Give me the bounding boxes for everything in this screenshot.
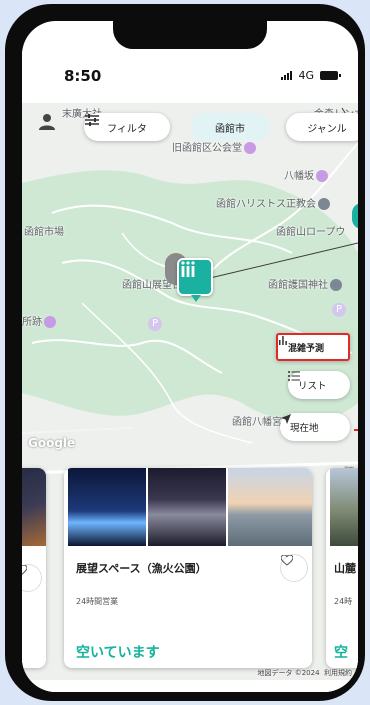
sliders-icon bbox=[85, 114, 99, 126]
filter-button[interactable]: フィルタ bbox=[84, 113, 170, 141]
parking-icon[interactable]: P bbox=[148, 317, 162, 331]
genre-label: ジャンル bbox=[307, 123, 347, 135]
hachimanzaka-text: 八幡坂 bbox=[284, 171, 314, 182]
area-label: 函館市 bbox=[215, 123, 245, 135]
crowd-forecast-label: 混雑予測 bbox=[288, 343, 325, 354]
landmark-icon bbox=[316, 170, 328, 182]
genre-button[interactable]: ジャンル bbox=[286, 113, 358, 141]
ruins-text: 所跡 bbox=[22, 317, 42, 328]
current-location-button[interactable]: 現在地 bbox=[280, 413, 350, 441]
spot-hours: 24時間営業 bbox=[76, 597, 119, 606]
signal-icon bbox=[281, 71, 293, 80]
map-label-market[interactable]: 函館市場 bbox=[24, 223, 64, 238]
spot-photo bbox=[330, 468, 358, 546]
highlight-connector bbox=[354, 429, 358, 431]
spot-card-prev[interactable] bbox=[22, 468, 46, 668]
app-screen: 8:50 4G 末廣大社 金森レンガ 旧函館区公会堂 八幡坂 函館ハリストス正教… bbox=[22, 21, 358, 692]
current-location-label: 現在地 bbox=[290, 423, 319, 434]
spot-photo-night bbox=[68, 468, 146, 546]
gokoku-text: 函館護国神社 bbox=[268, 280, 328, 291]
former-hall-text: 旧函館区公会堂 bbox=[172, 143, 242, 154]
church-text: 函館ハリストス正教会 bbox=[216, 199, 316, 210]
google-logo: Google bbox=[28, 436, 76, 450]
list-icon bbox=[288, 371, 300, 381]
battery-icon bbox=[320, 71, 341, 80]
map-view[interactable]: 末廣大社 金森レンガ 旧函館区公会堂 八幡坂 函館ハリストス正教会 函館市場 函… bbox=[22, 103, 358, 692]
terms-link[interactable]: 利用規約 bbox=[324, 669, 352, 677]
network-label: 4G bbox=[298, 69, 314, 82]
list-label: リスト bbox=[298, 381, 327, 392]
landmark-icon bbox=[44, 316, 56, 328]
map-label-gokoku[interactable]: 函館護国神社 bbox=[268, 276, 342, 291]
heart-icon bbox=[281, 555, 293, 566]
crowd-forecast-button[interactable]: 混雑予測 bbox=[276, 333, 350, 361]
shrine-icon bbox=[330, 279, 342, 291]
phone-frame: 8:50 4G 末廣大社 金森レンガ 旧函館区公会堂 八幡坂 函館ハリストス正教… bbox=[5, 4, 365, 701]
map-label-former-hall[interactable]: 旧函館区公会堂 bbox=[172, 139, 256, 154]
status-time: 8:50 bbox=[64, 67, 102, 85]
status-icons: 4G bbox=[281, 69, 341, 82]
parking-icon-right[interactable]: P bbox=[332, 303, 346, 317]
user-icon bbox=[39, 114, 55, 130]
spot-name: 展望スペース（漁火公園） bbox=[76, 562, 207, 575]
crowd-status: 空いています bbox=[76, 645, 160, 661]
map-label-church[interactable]: 函館ハリストス正教会 bbox=[216, 195, 330, 210]
spot-name: 山麓 bbox=[334, 562, 356, 575]
spot-card[interactable]: 展望スペース（漁火公園） 24時間営業 空いています bbox=[64, 468, 312, 668]
favorite-button[interactable] bbox=[22, 564, 42, 592]
spot-photo-day bbox=[228, 468, 312, 546]
map-label-hachimanzaka[interactable]: 八幡坂 bbox=[284, 167, 328, 182]
area-chip[interactable]: 函館市 bbox=[190, 113, 270, 141]
home-indicator-area bbox=[22, 680, 358, 692]
map-label-ruins[interactable]: 所跡 bbox=[22, 313, 56, 328]
spot-card-next[interactable]: 山麓 24時 空 bbox=[326, 468, 358, 668]
spot-photo-ropeway bbox=[148, 468, 226, 546]
spot-icon bbox=[181, 261, 195, 277]
map-data-text: 地図データ ©2024 bbox=[257, 669, 320, 677]
spot-hours: 24時 bbox=[334, 597, 353, 606]
map-label-ropeway[interactable]: 函館山ロープウ bbox=[276, 223, 345, 238]
spot-pin-marker[interactable] bbox=[177, 258, 213, 302]
bar-chart-icon bbox=[279, 336, 287, 345]
status-bar: 8:50 4G bbox=[22, 49, 358, 103]
notch bbox=[113, 21, 267, 49]
list-button[interactable]: リスト bbox=[288, 371, 350, 399]
crowd-status: 空 bbox=[334, 645, 348, 661]
map-attribution[interactable]: 地図データ ©2024 利用規約 bbox=[258, 668, 353, 678]
favorite-button[interactable] bbox=[280, 554, 308, 582]
landmark-icon bbox=[244, 142, 256, 154]
profile-button[interactable] bbox=[38, 113, 72, 143]
spot-photo bbox=[22, 468, 46, 546]
map-label-hachimangu[interactable]: 函館八幡宮 bbox=[232, 413, 282, 428]
navigation-arrow-icon bbox=[281, 414, 291, 424]
filter-label: フィルタ bbox=[107, 123, 147, 135]
church-icon bbox=[318, 198, 330, 210]
heart-icon bbox=[22, 565, 27, 575]
